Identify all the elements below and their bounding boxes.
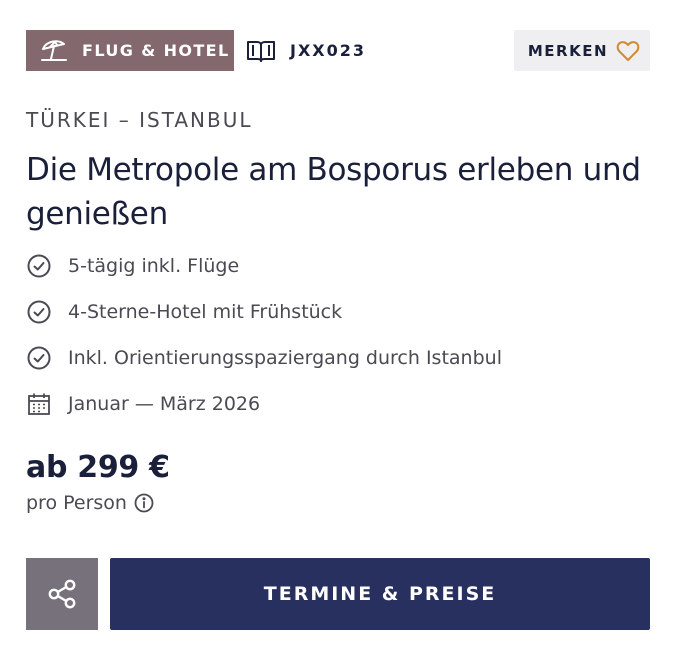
book-icon bbox=[247, 40, 275, 62]
travel-type-label: FLUG & HOTEL bbox=[82, 41, 230, 60]
check-circle-icon bbox=[27, 346, 51, 370]
feature-item: Inkl. Orientierungsspaziergang durch Ist… bbox=[26, 335, 502, 381]
travel-type-badge: FLUG & HOTEL bbox=[26, 30, 234, 71]
top-bar: FLUG & HOTEL JXX023 MERKEN bbox=[26, 30, 650, 71]
beach-umbrella-icon bbox=[41, 39, 67, 61]
share-icon bbox=[48, 579, 76, 609]
feature-item: 5-tägig inkl. Flüge bbox=[26, 243, 502, 289]
trip-code: JXX023 bbox=[246, 30, 366, 71]
feature-text: Inkl. Orientierungsspaziergang durch Ist… bbox=[68, 347, 502, 369]
feature-item-dates: Januar — März 2026 bbox=[26, 381, 502, 427]
feature-text: 4-Sterne-Hotel mit Frühstück bbox=[68, 301, 343, 323]
region-label: TÜRKEI – ISTANBUL bbox=[26, 108, 253, 132]
calendar-icon bbox=[28, 393, 50, 415]
per-person-label: pro Person bbox=[26, 492, 127, 514]
merken-label: MERKEN bbox=[527, 41, 608, 60]
check-circle-icon bbox=[27, 254, 51, 278]
heart-icon bbox=[616, 40, 640, 61]
price-amount: ab 299 € bbox=[26, 450, 170, 485]
feature-list: 5-tägig inkl. Flüge 4-Sterne-Hotel mit F… bbox=[26, 243, 502, 427]
info-icon[interactable] bbox=[133, 492, 155, 514]
offer-title: Die Metropole am Bosporus erleben und ge… bbox=[26, 152, 641, 232]
travel-period: Januar — März 2026 bbox=[68, 393, 261, 415]
check-circle-icon bbox=[27, 300, 51, 324]
termine-preise-button[interactable]: TERMINE & PREISE bbox=[110, 558, 650, 630]
feature-item: 4-Sterne-Hotel mit Frühstück bbox=[26, 289, 502, 335]
merken-button[interactable]: MERKEN bbox=[514, 30, 650, 71]
feature-text: 5-tägig inkl. Flüge bbox=[68, 255, 240, 277]
share-button[interactable] bbox=[26, 558, 98, 630]
trip-code-label: JXX023 bbox=[290, 41, 367, 60]
price-per-person: pro Person bbox=[26, 492, 155, 514]
